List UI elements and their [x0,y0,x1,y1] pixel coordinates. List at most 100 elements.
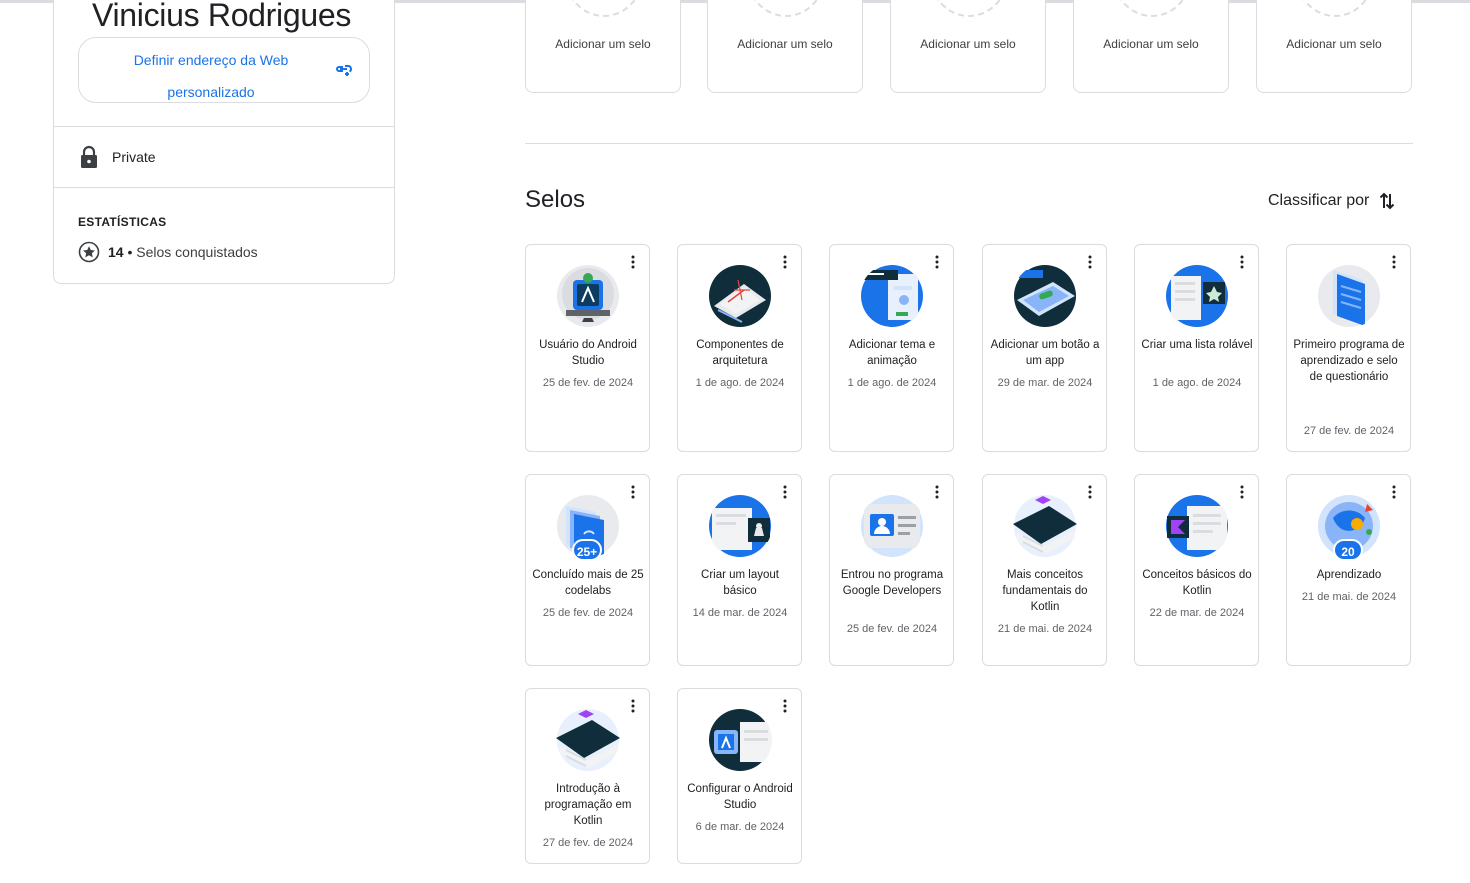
badge-name: Criar um layout básico [701,569,779,597]
more-vert-icon[interactable] [631,485,635,499]
badge-name: Entrou no programa Google Developers [840,569,944,597]
developer-program-badge-icon [860,494,924,558]
badge-card[interactable]: 25+ Concluído mais de 25 codelabs 25 de … [525,474,650,666]
badge-name: Criar uma lista rolável [1141,339,1253,351]
badge-date: 22 de mar. de 2024 [1149,607,1245,619]
badge-date: 25 de fev. de 2024 [542,607,634,619]
badge-name: Componentes de arquitetura [696,339,784,367]
stats-label: Selos conquistados [136,244,258,260]
add-badge-label: Adicionar um selo [1286,37,1382,51]
badge-name: Usuário do Android Studio [539,339,637,367]
custom-url-label: Definir endereço da Web personalizado [133,52,289,100]
more-vert-icon[interactable] [631,255,635,269]
slot-outline [564,0,644,17]
badge-name: Adicionar tema e animação [848,339,936,367]
badge-date: 6 de mar. de 2024 [695,821,785,833]
badge-name: Aprendizado [1316,569,1382,581]
divider [54,126,394,127]
theme-badge-icon [860,264,924,328]
badge-card[interactable]: Mais conceitos fundamentais do Kotlin 21… [982,474,1107,666]
add-badge-label: Adicionar um selo [1103,37,1199,51]
badges-section-title: Selos [525,186,586,213]
stats-count: 14 [108,244,124,260]
badge-date: 25 de fev. de 2024 [846,623,938,635]
sort-label: Classificar por [1268,192,1370,209]
slot-outline [1112,0,1192,17]
badge-date: 21 de mai. de 2024 [997,623,1093,635]
more-vert-icon[interactable] [783,699,787,713]
privacy-label: Private [112,149,156,165]
badge-name: Introdução à programação em Kotlin [544,783,632,827]
add-badge-slot[interactable]: Adicionar um selo [707,0,863,93]
more-vert-icon[interactable] [783,255,787,269]
link-icon [336,65,352,76]
lock-icon [81,145,97,168]
architecture-badge-icon [708,264,772,328]
sort-button[interactable]: Classificar por [1268,191,1395,211]
badge-card[interactable]: Adicionar tema e animação 1 de ago. de 2… [829,244,954,452]
stats-separator: • [123,244,137,260]
badge-card[interactable]: Usuário do Android Studio 25 de fev. de … [525,244,650,452]
stats-title: ESTATÍSTICAS [78,215,167,229]
button-badge-icon [1013,264,1077,328]
count-chip: 25+ [572,539,602,561]
more-vert-icon[interactable] [1240,255,1244,269]
profile-name: Vinicius Rodrigues [92,0,352,33]
add-badge-slot[interactable]: Adicionar um selo [890,0,1046,93]
divider [54,187,394,188]
badge-date: 27 de fev. de 2024 [542,837,634,849]
badge-date: 25 de fev. de 2024 [542,377,634,389]
privacy-row[interactable]: Private [78,145,156,169]
add-badge-label: Adicionar um selo [737,37,833,51]
badge-name: Mais conceitos fundamentais do Kotlin [1002,569,1088,613]
count-chip: 20 [1333,539,1363,561]
profile-card: Vinicius Rodrigues Definir endereço da W… [53,0,395,284]
android-studio-badge-icon [556,264,620,328]
badge-card[interactable]: Criar uma lista rolável 1 de ago. de 202… [1134,244,1259,452]
more-vert-icon[interactable] [1392,255,1396,269]
slot-outline [1295,0,1375,17]
setup-studio-badge-icon [708,708,772,772]
section-divider [525,143,1413,144]
more-vert-icon[interactable] [935,255,939,269]
add-badge-label: Adicionar um selo [555,37,651,51]
badge-card[interactable]: Adicionar um botão a um app 29 de mar. d… [982,244,1107,452]
badge-card[interactable]: Componentes de arquitetura 1 de ago. de … [677,244,802,452]
add-badge-slot[interactable]: Adicionar um selo [1256,0,1412,93]
sort-icon [1380,192,1395,210]
more-vert-icon[interactable] [783,485,787,499]
badge-name: Conceitos básicos do Kotlin [1142,569,1252,597]
badge-date: 1 de ago. de 2024 [695,377,785,389]
layout-badge-icon [708,494,772,558]
badge-card[interactable]: Primeiro programa de aprendizado e selo … [1286,244,1411,452]
badge-date: 29 de mar. de 2024 [997,377,1093,389]
stats-row: 14 • Selos conquistados [78,241,258,263]
slot-outline [929,0,1009,17]
slot-outline [746,0,826,17]
badge-date: 21 de mai. de 2024 [1301,591,1397,603]
quiz-badge-icon [1317,264,1381,328]
list-badge-icon [1165,264,1229,328]
badge-card[interactable]: Criar um layout básico 14 de mar. de 202… [677,474,802,666]
custom-url-button[interactable]: Definir endereço da Web personalizado [78,37,370,103]
badge-name: Concluído mais de 25 codelabs [532,569,644,597]
badge-card[interactable]: Conceitos básicos do Kotlin 22 de mar. d… [1134,474,1259,666]
badge-card[interactable]: Introdução à programação em Kotlin 27 de… [525,688,650,864]
more-vert-icon[interactable] [631,699,635,713]
add-badge-slot[interactable]: Adicionar um selo [1073,0,1229,93]
more-vert-icon[interactable] [1088,485,1092,499]
badge-date: 1 de ago. de 2024 [847,377,937,389]
add-badge-slot[interactable]: Adicionar um selo [525,0,681,93]
kotlin-more-badge-icon [1013,494,1077,558]
more-vert-icon[interactable] [1240,485,1244,499]
badge-card[interactable]: Configurar o Android Studio 6 de mar. de… [677,688,802,864]
star-circle-icon [78,241,100,263]
more-vert-icon[interactable] [935,485,939,499]
badge-name: Primeiro programa de aprendizado e selo … [1293,339,1405,383]
badge-card[interactable]: 20 Aprendizado 21 de mai. de 2024 [1286,474,1411,666]
kotlin-intro-badge-icon [556,708,620,772]
badge-card[interactable]: Entrou no programa Google Developers 25 … [829,474,954,666]
more-vert-icon[interactable] [1088,255,1092,269]
more-vert-icon[interactable] [1392,485,1396,499]
kotlin-basics-badge-icon [1165,494,1229,558]
